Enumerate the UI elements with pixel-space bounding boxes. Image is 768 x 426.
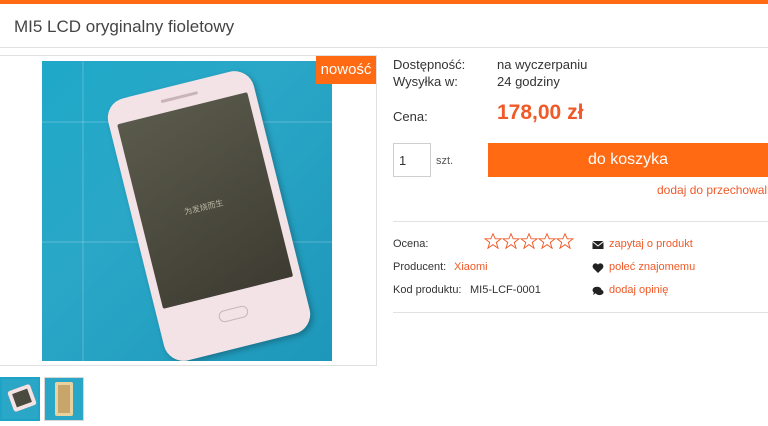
phone-home-button [217, 304, 250, 324]
envelope-icon [592, 241, 604, 249]
shipping-label: Wysyłka w: [393, 74, 458, 89]
page-title: MI5 LCD oryginalny fioletowy [14, 17, 235, 36]
star-icon[interactable] [484, 233, 502, 249]
heart-icon [592, 263, 604, 273]
availability-label: Dostępność: [393, 57, 466, 72]
phone-illustration: 为发烧而生 [103, 66, 315, 361]
phone-speaker [160, 91, 199, 104]
title-row: MI5 LCD oryginalny fioletowy [0, 4, 768, 48]
thumbnail-image [45, 378, 83, 420]
add-review-link[interactable]: dodaj opinię [609, 284, 668, 296]
producer-label: Producent: [393, 261, 447, 273]
add-to-storage-link[interactable]: dodaj do przechowalni [657, 183, 768, 197]
new-badge: nowość [316, 56, 376, 84]
product-image[interactable]: 为发烧而生 [42, 61, 332, 361]
thumbnail-1[interactable] [0, 377, 40, 421]
producer-link[interactable]: Xiaomi [454, 261, 488, 273]
star-icon[interactable] [502, 233, 520, 249]
quantity-input[interactable] [393, 143, 431, 177]
rating-stars[interactable] [484, 233, 574, 249]
add-to-cart-button[interactable]: do koszyka [488, 143, 768, 177]
rating-label: Ocena: [393, 238, 429, 250]
divider [393, 312, 768, 313]
shipping-value: 24 godziny [497, 74, 560, 89]
thumbnail-image [2, 379, 38, 419]
star-icon[interactable] [538, 233, 556, 249]
star-icon[interactable] [520, 233, 538, 249]
price-label: Cena: [393, 109, 428, 124]
product-image-frame[interactable]: 为发烧而生 [0, 55, 377, 366]
recommend-to-friend-link[interactable]: poleć znajomemu [609, 261, 695, 273]
star-icon[interactable] [556, 233, 574, 249]
divider [393, 221, 768, 222]
product-code-label: Kod produktu: [393, 284, 462, 296]
thumbnail-2[interactable] [44, 377, 84, 421]
mat-line [82, 61, 84, 361]
availability-value: na wyczerpaniu [497, 57, 588, 72]
product-code-value: MI5-LCF-0001 [470, 284, 541, 296]
phone-screen: 为发烧而生 [117, 92, 294, 309]
quantity-unit: szt. [436, 155, 454, 167]
ask-about-product-link[interactable]: zapytaj o produkt [609, 238, 693, 250]
phone-screen-text: 为发烧而生 [183, 198, 225, 217]
comments-icon [592, 286, 604, 296]
price-value: 178,00 zł [497, 101, 584, 124]
